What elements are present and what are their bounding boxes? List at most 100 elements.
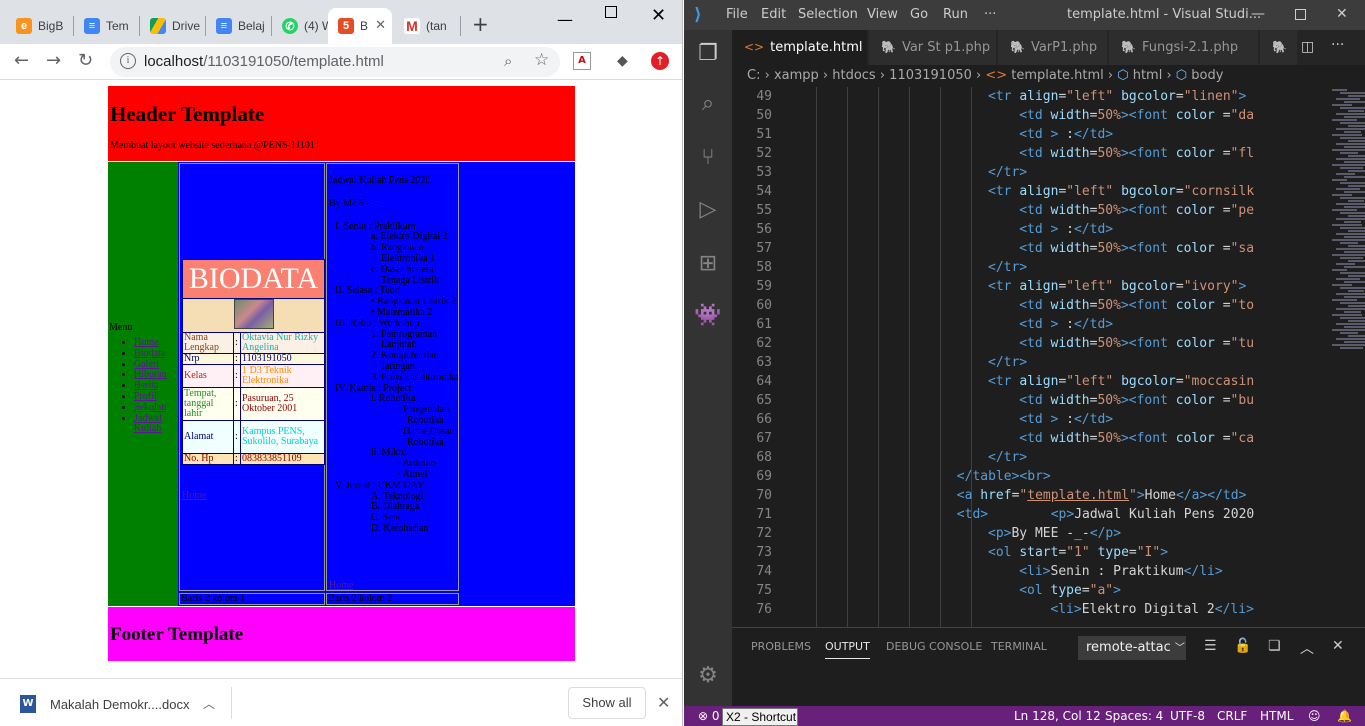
new-tab-button[interactable]: + — [472, 14, 489, 34]
encoding[interactable]: UTF-8 — [1170, 706, 1205, 726]
address-bar[interactable]: i localhost/1103191050/template.html ⌕ ☆ — [110, 47, 560, 77]
editor-tab[interactable]: 🐘 Var St p1.php — [869, 30, 997, 65]
language-mode[interactable]: HTML — [1260, 706, 1293, 726]
extension-icon[interactable]: ◆ — [617, 53, 628, 69]
zoom-icon[interactable]: ⌕ — [504, 52, 512, 70]
explorer-icon[interactable]: ❐ — [684, 30, 732, 78]
code-line[interactable]: 56 <td > :</td> — [732, 220, 1332, 239]
code-line[interactable]: 76 <li>Elektro Digital 2</li> — [732, 600, 1332, 619]
code-line[interactable]: 66 <td > :</td> — [732, 410, 1332, 429]
breadcrumb-item[interactable]: html — [1133, 68, 1163, 83]
end-of-line[interactable]: CRLF — [1217, 706, 1247, 726]
extensions-icon[interactable]: ⊞ — [684, 240, 732, 288]
home-link[interactable]: Home — [329, 580, 353, 591]
breadcrumb-item[interactable]: template.html — [1011, 68, 1103, 83]
editor-tab-active[interactable]: <>template.html✕ — [732, 30, 868, 65]
back-arrow-icon[interactable]: ← — [14, 50, 29, 72]
tab-output[interactable]: OUTPUT — [825, 640, 870, 659]
close-icon[interactable]: ✕ — [657, 693, 670, 712]
bookmark-star-icon[interactable]: ☆ — [534, 50, 549, 70]
code-line[interactable]: 54 <tr align="left" bgcolor="cornsilk — [732, 182, 1332, 201]
browser-tab[interactable]: Drive — [140, 8, 204, 44]
alien-icon[interactable]: 👾 — [684, 292, 732, 340]
code-line[interactable]: 59 <tr align="left" bgcolor="ivory"> — [732, 277, 1332, 296]
source-control-icon[interactable]: ⑂ — [684, 134, 732, 182]
code-line[interactable]: 51 <td > :</td> — [732, 125, 1332, 144]
code-line[interactable]: 65 <td width=50%><font color ="bu — [732, 391, 1332, 410]
menu-edit[interactable]: Edit — [761, 7, 786, 22]
code-line[interactable]: 58 </tr> — [732, 258, 1332, 277]
indentation[interactable]: Spaces: 4 — [1105, 706, 1163, 726]
menu-selection[interactable]: Selection — [798, 7, 858, 22]
menu-view[interactable]: View — [867, 7, 898, 22]
code-line[interactable]: 52 <td width=50%><font color ="fl — [732, 144, 1332, 163]
search-icon[interactable]: ⌕ — [684, 80, 732, 128]
clear-output-icon[interactable]: ☰ — [1204, 638, 1217, 654]
minimap[interactable] — [1328, 87, 1365, 627]
code-line[interactable]: 75 <ol type="a"> — [732, 581, 1332, 600]
code-line[interactable]: 67 <td width=50%><font color ="ca — [732, 429, 1332, 448]
cursor-position[interactable]: Ln 128, Col 12 — [1014, 706, 1101, 726]
browser-tab[interactable]: ≡ Tem — [74, 8, 138, 44]
browser-tab[interactable]: ≡ Belaj — [206, 8, 270, 44]
menu-link-hiburan[interactable]: Hiburan — [134, 369, 167, 380]
editor-tab-overflow[interactable]: 🐘 — [1260, 30, 1298, 65]
code-line[interactable]: 57 <td width=50%><font color ="sa — [732, 239, 1332, 258]
show-all-button[interactable]: Show all — [568, 687, 646, 719]
close-window-icon[interactable]: ✕ — [651, 5, 666, 26]
breadcrumb-item[interactable]: body — [1191, 68, 1223, 83]
menu-link-sekolah[interactable]: Sekolah — [134, 402, 166, 413]
code-line[interactable]: 62 <td width=50%><font color ="tu — [732, 334, 1332, 353]
breadcrumb-item[interactable]: htdocs — [832, 68, 875, 83]
url-text[interactable]: localhost/1103191050/template.html — [144, 53, 384, 70]
reload-icon[interactable]: ↻ — [78, 50, 93, 72]
gear-icon[interactable]: ⚙ — [684, 652, 732, 700]
browser-tab-active[interactable]: 5 B ✕ — [328, 8, 392, 44]
minimize-icon[interactable]: — — [1251, 6, 1265, 22]
code-line[interactable]: 64 <tr align="left" bgcolor="moccasin — [732, 372, 1332, 391]
code-line[interactable]: 61 <td > :</td> — [732, 315, 1332, 334]
menu-link-biodata[interactable]: Biodata — [134, 348, 165, 359]
breadcrumb-item[interactable]: xampp — [774, 68, 819, 83]
menu-go[interactable]: Go — [910, 7, 928, 22]
menu-run[interactable]: Run — [943, 7, 968, 22]
close-tab-icon[interactable]: ✕ — [375, 17, 386, 33]
menu-more[interactable]: ··· — [984, 7, 996, 22]
download-extension-icon[interactable]: ↑ — [651, 52, 669, 70]
code-line[interactable]: 60 <td width=50%><font color ="to — [732, 296, 1332, 315]
menu-link-berita[interactable]: Berita — [134, 380, 158, 391]
code-line[interactable]: 49 <tr align="left" bgcolor="linen"> — [732, 87, 1332, 106]
browser-tab[interactable]: ✆ (4) W — [272, 8, 328, 44]
tab-debug-console[interactable]: DEBUG CONSOLE — [886, 640, 982, 653]
code-line[interactable]: 71 <td> <p>Jadwal Kuliah Pens 2020 — [732, 505, 1332, 524]
minimize-icon[interactable]: — — [557, 10, 573, 29]
split-editor-icon[interactable]: ◫ — [1301, 39, 1314, 55]
code-line[interactable]: 74 <li>Senin : Praktikum</li> — [732, 562, 1332, 581]
forward-arrow-icon[interactable]: → — [46, 50, 61, 72]
copy-icon[interactable]: ❏ — [1268, 638, 1281, 654]
maximize-icon[interactable] — [605, 6, 617, 18]
problems-status[interactable]: ⊗ 0 — [698, 706, 720, 726]
code-line[interactable]: 55 <td width=50%><font color ="pe — [732, 201, 1332, 220]
code-line[interactable]: 72 <p>By MEE -_-</p> — [732, 524, 1332, 543]
chevron-up-icon[interactable]: ︿ — [203, 695, 215, 712]
info-icon[interactable]: i — [120, 53, 136, 69]
menu-link-profil[interactable]: Profil — [134, 391, 157, 402]
maximize-icon[interactable] — [1295, 9, 1306, 20]
bell-icon[interactable]: 🔔 — [1337, 706, 1352, 726]
breadcrumb-item[interactable]: C: — [747, 68, 760, 83]
code-line[interactable]: 68 </tr> — [732, 448, 1332, 467]
menu-link-galeri[interactable]: Galeri — [134, 359, 159, 370]
more-actions-icon[interactable]: ··· — [1331, 37, 1344, 53]
code-line[interactable]: 73 <ol start="1" type="I"> — [732, 543, 1332, 562]
browser-tab[interactable]: M (tan — [394, 8, 458, 44]
menu-link-jadwal[interactable]: Jadwal Kuliah — [134, 413, 162, 435]
breadcrumb-item[interactable]: 1103191050 — [889, 68, 972, 83]
tab-problems[interactable]: PROBLEMS — [751, 640, 811, 653]
code-line[interactable]: 63 </tr> — [732, 353, 1332, 372]
lock-icon[interactable]: 🔓 — [1234, 638, 1251, 654]
code-line[interactable]: 70 <a href="template.html">Home</a></td> — [732, 486, 1332, 505]
menu-link-home[interactable]: Home — [134, 337, 158, 348]
menu-file[interactable]: File — [726, 7, 748, 22]
editor-tab[interactable]: 🐘 Fungsi-2.1.php — [1109, 30, 1259, 65]
